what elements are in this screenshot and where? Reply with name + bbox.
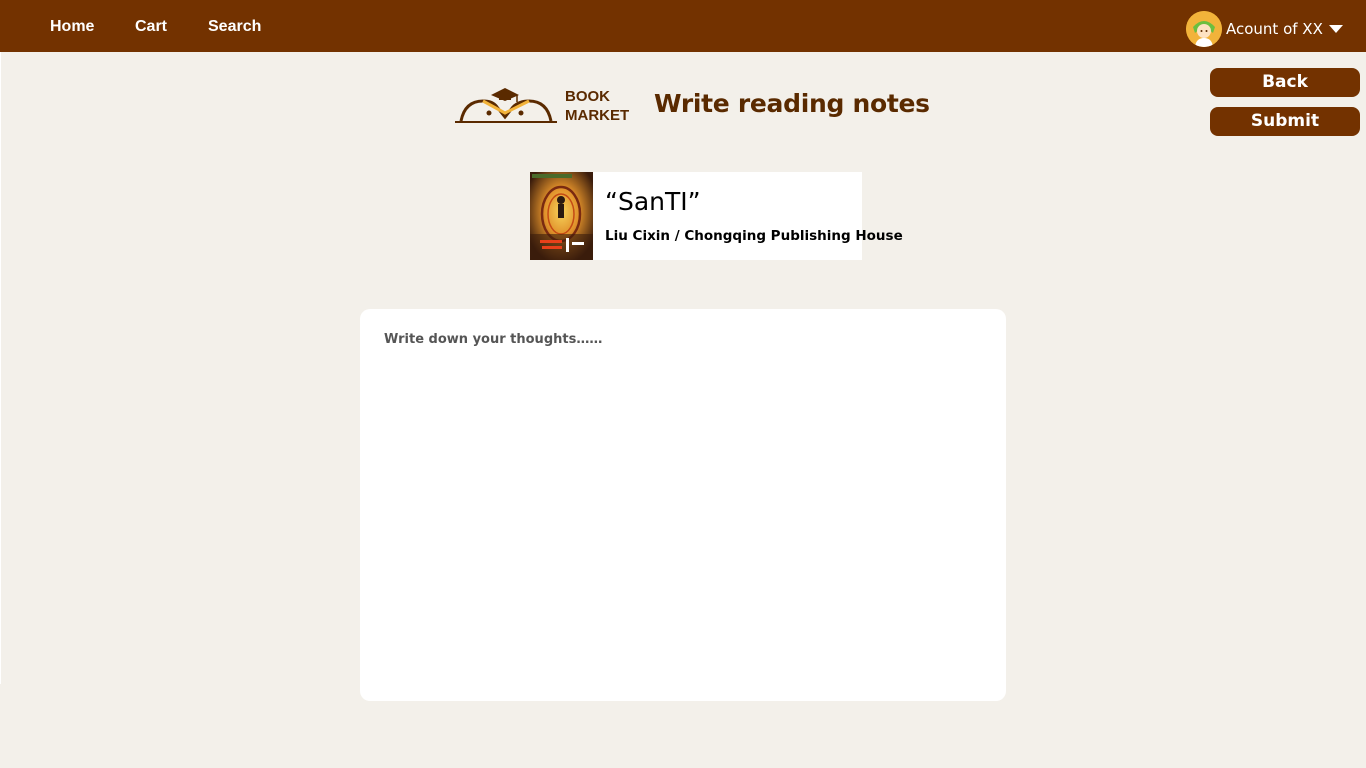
- nav-search-link[interactable]: Search: [208, 17, 261, 37]
- account-name: Acount of XX: [1226, 20, 1323, 38]
- brand-line-2: MARKET: [565, 107, 630, 124]
- caret-down-icon[interactable]: [1328, 25, 1343, 33]
- book-title: “SanTI”: [605, 187, 701, 216]
- page-title: Write reading notes: [654, 89, 930, 118]
- account-menu[interactable]: Acount of XX: [1186, 11, 1343, 47]
- nav-home-link[interactable]: Home: [50, 17, 94, 37]
- brand-name: BOOK MARKET: [565, 87, 629, 125]
- book-author-publisher: Liu Cixin / Chongqing Publishing House: [605, 228, 903, 244]
- submit-button[interactable]: Submit: [1210, 107, 1360, 136]
- back-button[interactable]: Back: [1210, 68, 1360, 97]
- book-market-logo-icon: [455, 88, 557, 123]
- book-cover-image: [530, 172, 593, 260]
- reading-notes-textarea[interactable]: [360, 309, 1006, 701]
- left-divider: [0, 52, 1, 684]
- nav-cart-link[interactable]: Cart: [135, 17, 167, 37]
- brand-line-1: BOOK: [565, 88, 610, 105]
- notes-container: [360, 309, 1006, 701]
- book-card: “SanTI” Liu Cixin / Chongqing Publishing…: [530, 172, 903, 260]
- user-avatar-icon: [1186, 11, 1222, 47]
- top-nav-bar: Home Cart Search Acount of XX: [0, 0, 1366, 52]
